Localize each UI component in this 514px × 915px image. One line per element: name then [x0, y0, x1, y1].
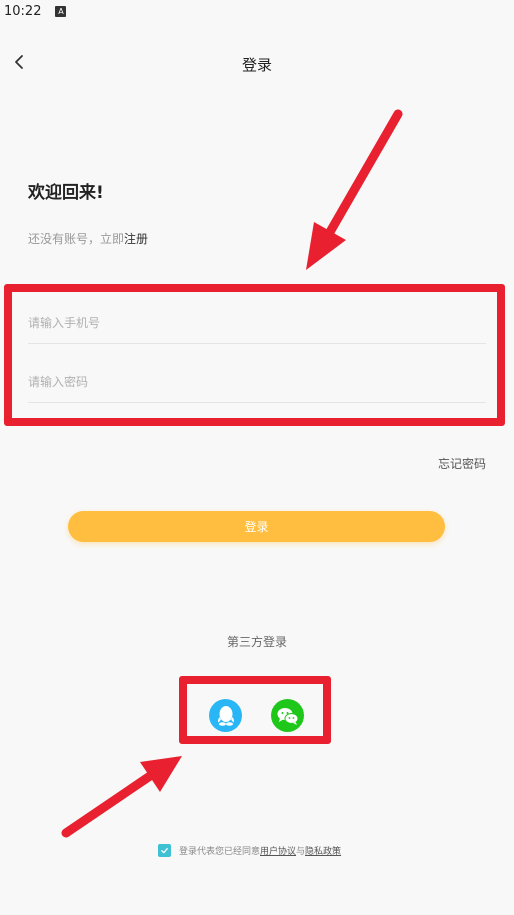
checkmark-icon	[161, 848, 168, 854]
annotation-arrow-top	[306, 109, 403, 270]
register-prompt-text: 还没有账号，立即	[28, 232, 125, 246]
page-title: 登录	[241, 56, 272, 74]
nav-bar: 登录	[0, 40, 514, 86]
third-party-login-label: 第三方登录	[226, 635, 287, 649]
annotation-arrows	[61, 109, 403, 838]
annotation-box-social	[179, 676, 331, 744]
login-button[interactable]: 登录	[68, 511, 445, 542]
status-time: 10:22	[4, 3, 42, 19]
notification-a-icon: A	[55, 5, 67, 17]
agreement-text: 登录代表您已经同意	[179, 847, 261, 857]
agreement-connector: 与	[296, 847, 306, 857]
annotation-arrow-bottom	[61, 756, 182, 838]
welcome-heading: 欢迎回来!	[28, 183, 104, 203]
agreement-checkbox[interactable]	[158, 844, 171, 857]
agreement-row: 登录代表您已经同意 用户协议 与 隐私政策	[158, 844, 341, 857]
user-agreement-link[interactable]: 用户协议	[260, 844, 296, 857]
register-prompt: 还没有账号，立即注册	[28, 230, 148, 247]
annotation-box-inputs	[4, 284, 505, 426]
forgot-password-link[interactable]: 忘记密码	[438, 455, 486, 472]
register-link[interactable]: 注册	[124, 232, 148, 246]
privacy-policy-link[interactable]: 隐私政策	[305, 844, 341, 857]
status-bar: 10:22 A	[0, 0, 514, 22]
